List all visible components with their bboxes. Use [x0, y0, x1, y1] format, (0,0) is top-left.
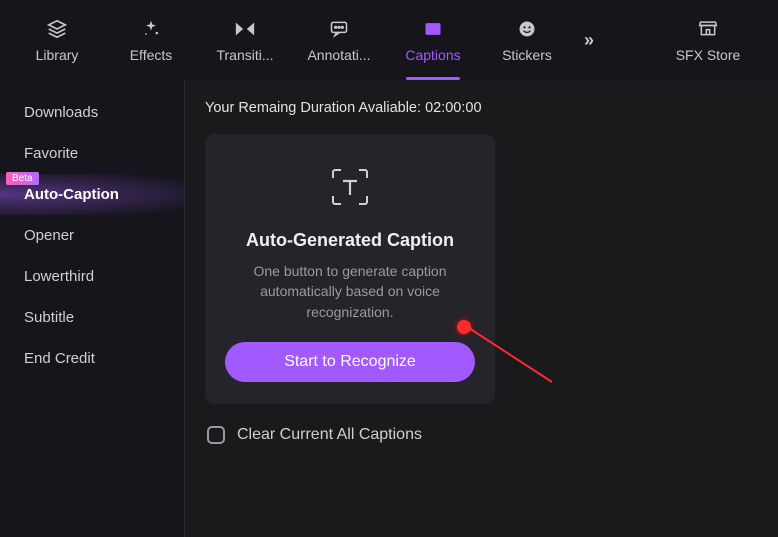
- caption-text-icon: T: [423, 17, 443, 41]
- transition-icon: [234, 17, 256, 41]
- tab-library[interactable]: Library: [10, 0, 104, 80]
- sfx-label: SFX Store: [676, 47, 741, 63]
- clear-captions-label: Clear Current All Captions: [237, 426, 422, 444]
- sidebar-item-auto-caption[interactable]: Beta Auto-Caption: [0, 174, 184, 215]
- auto-caption-card: Auto-Generated Caption One button to gen…: [205, 134, 495, 404]
- sidebar-item-downloads[interactable]: Downloads: [0, 92, 184, 133]
- overflow-button[interactable]: »: [574, 30, 604, 51]
- card-description: One button to generate caption automatic…: [223, 261, 477, 322]
- main-area: Downloads Favorite Beta Auto-Caption Ope…: [0, 80, 778, 537]
- tab-transitions[interactable]: Transiti...: [198, 0, 292, 80]
- tab-label: Transiti...: [216, 47, 273, 63]
- sidebar-item-end-credit[interactable]: End Credit: [0, 338, 184, 379]
- tab-label: Captions: [405, 47, 460, 63]
- top-tab-bar: Library Effects Transiti... Annotati... …: [0, 0, 778, 80]
- sidebar-item-label: Subtitle: [24, 309, 74, 326]
- duration-label: Your Remaing Duration Avaliable:: [205, 100, 425, 116]
- clear-captions-row: Clear Current All Captions: [207, 426, 758, 444]
- tab-stickers[interactable]: Stickers: [480, 0, 574, 80]
- caption-crop-icon: [329, 166, 371, 208]
- sidebar-item-favorite[interactable]: Favorite: [0, 133, 184, 174]
- stack-icon: [46, 17, 68, 41]
- tab-annotations[interactable]: Annotati...: [292, 0, 386, 80]
- tab-captions[interactable]: T Captions: [386, 0, 480, 80]
- tab-label: Annotati...: [307, 47, 370, 63]
- content-pane: Your Remaing Duration Avaliable: 02:00:0…: [185, 80, 778, 537]
- sfx-store-button[interactable]: SFX Store: [648, 0, 768, 80]
- tab-label: Library: [36, 47, 79, 63]
- start-recognize-button[interactable]: Start to Recognize: [225, 342, 475, 382]
- sidebar-item-label: Lowerthird: [24, 268, 94, 285]
- sidebar-item-subtitle[interactable]: Subtitle: [0, 297, 184, 338]
- store-icon: [698, 18, 718, 41]
- sidebar-item-lowerthird[interactable]: Lowerthird: [0, 256, 184, 297]
- smiley-icon: [517, 17, 537, 41]
- beta-badge: Beta: [6, 172, 39, 185]
- svg-text:T: T: [430, 25, 436, 35]
- remaining-duration: Your Remaing Duration Avaliable: 02:00:0…: [205, 100, 758, 116]
- sidebar: Downloads Favorite Beta Auto-Caption Ope…: [0, 80, 185, 537]
- card-title: Auto-Generated Caption: [246, 230, 454, 251]
- tab-label: Stickers: [502, 47, 552, 63]
- sidebar-item-label: Favorite: [24, 145, 78, 162]
- sparkle-icon: [141, 17, 161, 41]
- speech-bubble-icon: [329, 17, 349, 41]
- sidebar-item-opener[interactable]: Opener: [0, 215, 184, 256]
- sidebar-item-label: Auto-Caption: [24, 186, 119, 203]
- clear-captions-checkbox[interactable]: [207, 426, 225, 444]
- duration-value: 02:00:00: [425, 100, 481, 116]
- sidebar-item-label: Opener: [24, 227, 74, 244]
- sidebar-item-label: Downloads: [24, 104, 98, 121]
- sidebar-item-label: End Credit: [24, 350, 95, 367]
- tab-label: Effects: [130, 47, 173, 63]
- tab-effects[interactable]: Effects: [104, 0, 198, 80]
